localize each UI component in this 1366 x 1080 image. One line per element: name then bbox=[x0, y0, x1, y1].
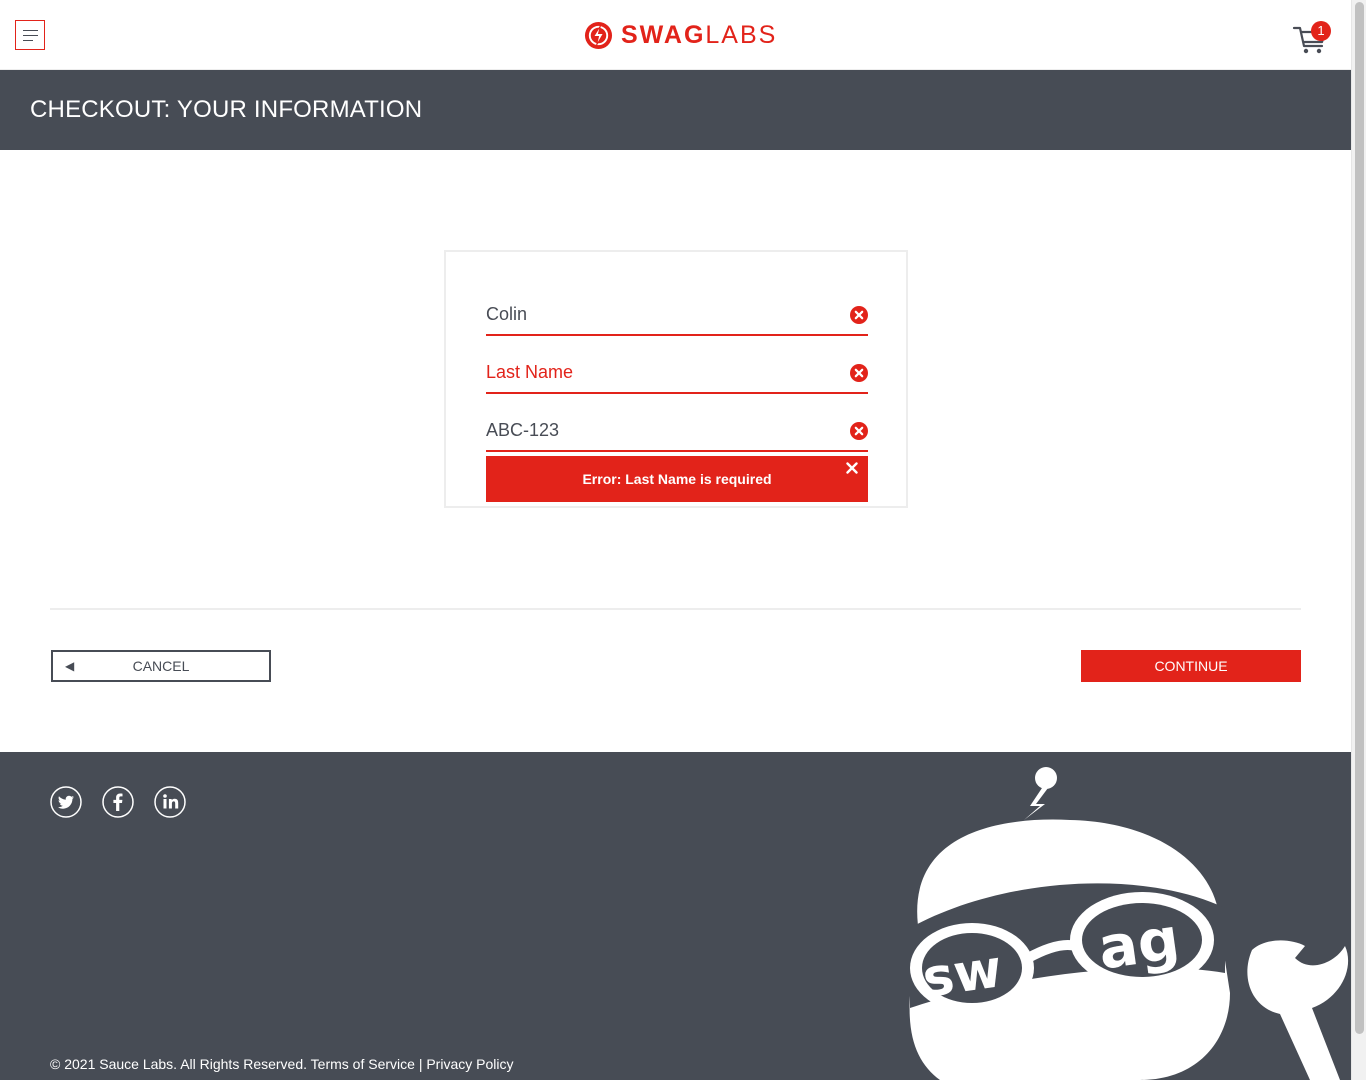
page-scrollbar[interactable] bbox=[1351, 0, 1366, 1080]
secondary-header: CHECKOUT: YOUR INFORMATION bbox=[0, 70, 1351, 150]
logo-text-light: LABS bbox=[705, 21, 778, 49]
last-name-field-wrapper bbox=[486, 352, 868, 394]
facebook-icon[interactable] bbox=[102, 786, 134, 818]
linkedin-icon[interactable] bbox=[154, 786, 186, 818]
copyright-text: © 2021 Sauce Labs. All Rights Reserved. bbox=[50, 1056, 308, 1072]
checkout-info-form: Error: Last Name is required bbox=[444, 250, 908, 508]
continue-button[interactable]: CONTINUE bbox=[1081, 650, 1301, 682]
svg-text:ag: ag bbox=[1094, 904, 1183, 983]
logo-text-bold: SWAG bbox=[621, 21, 706, 49]
error-message: Error: Last Name is required bbox=[582, 471, 772, 487]
error-message-container: Error: Last Name is required bbox=[486, 456, 868, 502]
error-circle-icon bbox=[850, 364, 868, 382]
page-title: CHECKOUT: YOUR INFORMATION bbox=[30, 96, 423, 123]
svg-text:sw: sw bbox=[919, 939, 1006, 1009]
form-divider bbox=[50, 608, 1301, 610]
menu-button[interactable] bbox=[15, 20, 45, 50]
app-logo: SWAGLABS bbox=[584, 20, 777, 50]
error-circle-icon bbox=[850, 422, 868, 440]
page: SWAGLABS 1 CHECKOUT: YOUR INFORMATION Co… bbox=[0, 0, 1351, 1080]
footer-separator: | bbox=[418, 1056, 423, 1072]
privacy-policy-link[interactable]: Privacy Policy bbox=[426, 1056, 513, 1072]
hamburger-icon-line bbox=[23, 35, 38, 36]
terms-of-service-link[interactable]: Terms of Service bbox=[311, 1056, 415, 1072]
close-icon[interactable] bbox=[846, 462, 858, 474]
postal-code-input[interactable] bbox=[486, 410, 836, 450]
scrollbar-thumb[interactable] bbox=[1355, 2, 1364, 1034]
primary-header: SWAGLABS 1 bbox=[0, 0, 1351, 70]
first-name-input[interactable] bbox=[486, 294, 836, 334]
cancel-button-label: CANCEL bbox=[132, 658, 190, 674]
last-name-input[interactable] bbox=[486, 352, 836, 392]
page-footer: © 2021 Sauce Labs. All Rights Reserved. … bbox=[0, 752, 1351, 1080]
cart-badge[interactable]: 1 bbox=[1311, 21, 1331, 41]
cancel-button[interactable]: ◀ CANCEL bbox=[51, 650, 271, 682]
error-circle-icon bbox=[850, 306, 868, 324]
logo-text: SWAGLABS bbox=[621, 20, 777, 50]
back-arrow-icon: ◀ bbox=[65, 659, 75, 673]
footer-copyright: © 2021 Sauce Labs. All Rights Reserved. … bbox=[50, 1056, 513, 1072]
postal-code-field-wrapper bbox=[486, 410, 868, 452]
hamburger-icon bbox=[23, 30, 38, 31]
swag-bot-mascot-image: sw ag bbox=[909, 767, 1349, 1080]
twitter-icon[interactable] bbox=[50, 786, 82, 818]
first-name-field-wrapper bbox=[486, 294, 868, 336]
hamburger-icon-line-short bbox=[23, 40, 33, 41]
swag-labs-logo-icon bbox=[584, 21, 613, 49]
